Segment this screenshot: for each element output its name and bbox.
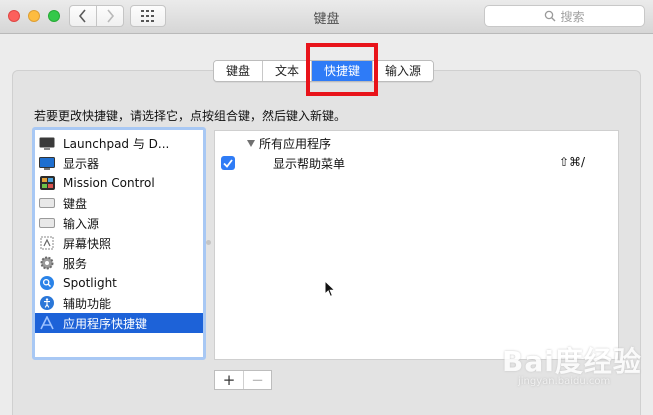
annotation-highlight-box [306,43,378,96]
category-label: 辅助功能 [63,296,112,311]
shortcut-list: 所有应用程序 显示帮助菜单 ⇧⌘/ [214,130,619,360]
display-icon [39,156,55,170]
launchpad-icon [39,136,55,150]
category-item-keyboard[interactable]: 键盘 [35,193,203,213]
category-label: 显示器 [63,156,100,171]
category-label: 应用程序快捷键 [63,316,148,331]
add-shortcut-button[interactable]: + [215,371,243,389]
category-item-launchpad[interactable]: Launchpad 与 D... [35,133,203,153]
watermark-logo: Bai度经验 [502,345,642,378]
category-item-spotlight[interactable]: Spotlight [35,273,203,293]
category-label: 屏幕快照 [63,236,112,251]
shortcut-group-row[interactable]: 所有应用程序 [247,135,331,152]
category-label: 键盘 [63,196,88,211]
tab-text[interactable]: 文本 [263,61,313,81]
instruction-text: 若要更改快捷键，请选择它，点按组合键，然后键入新键。 [34,109,347,123]
category-item-mission-control[interactable]: Mission Control [35,173,203,193]
accessibility-icon [39,296,55,310]
category-item-screenshot[interactable]: 屏幕快照 [35,233,203,253]
category-item-display[interactable]: 显示器 [35,153,203,173]
category-label: Mission Control [63,176,155,190]
category-label: Spotlight [63,276,117,290]
category-list: Launchpad 与 D... 显示器 Mission Control 键盘 … [32,127,206,360]
category-item-services[interactable]: 服务 [35,253,203,273]
category-label: Launchpad 与 D... [63,136,170,151]
watermark: Bai度经验 jingyan.baidu.com [502,340,642,387]
shortcut-group-label: 所有应用程序 [259,137,332,151]
split-view-handle[interactable] [206,240,211,245]
category-label: 服务 [63,256,88,271]
category-item-accessibility[interactable]: 辅助功能 [35,293,203,313]
search-field[interactable]: 搜索 [484,5,645,27]
shortcut-keys[interactable]: ⇧⌘/ [559,155,585,169]
keyboard-icon [39,196,55,210]
add-remove-bar: + − [214,370,272,390]
disclosure-triangle-icon[interactable] [247,140,255,147]
spotlight-icon [39,276,55,290]
checkmark-icon [223,158,233,168]
services-gear-icon [39,256,55,270]
input-source-icon [39,216,55,230]
remove-shortcut-button[interactable]: − [243,371,271,389]
watermark-url: jingyan.baidu.com [518,376,611,387]
tab-keyboard[interactable]: 键盘 [214,61,264,81]
search-placeholder: 搜索 [560,9,585,24]
mouse-pointer-icon [324,279,336,301]
mission-control-icon [39,176,55,190]
title-bar: 键盘 搜索 [0,0,653,34]
shortcut-label: 显示帮助菜单 [273,157,346,171]
category-item-app-shortcuts[interactable]: 应用程序快捷键 [35,313,203,333]
category-item-input-source[interactable]: 输入源 [35,213,203,233]
search-icon [544,10,556,22]
shortcut-row[interactable]: 显示帮助菜单 ⇧⌘/ [215,153,618,173]
category-label: 输入源 [63,216,100,231]
shortcut-enabled-checkbox[interactable] [221,156,235,170]
app-shortcuts-icon [39,316,55,330]
screenshot-icon [39,236,55,250]
tab-input-sources[interactable]: 输入源 [373,61,434,81]
